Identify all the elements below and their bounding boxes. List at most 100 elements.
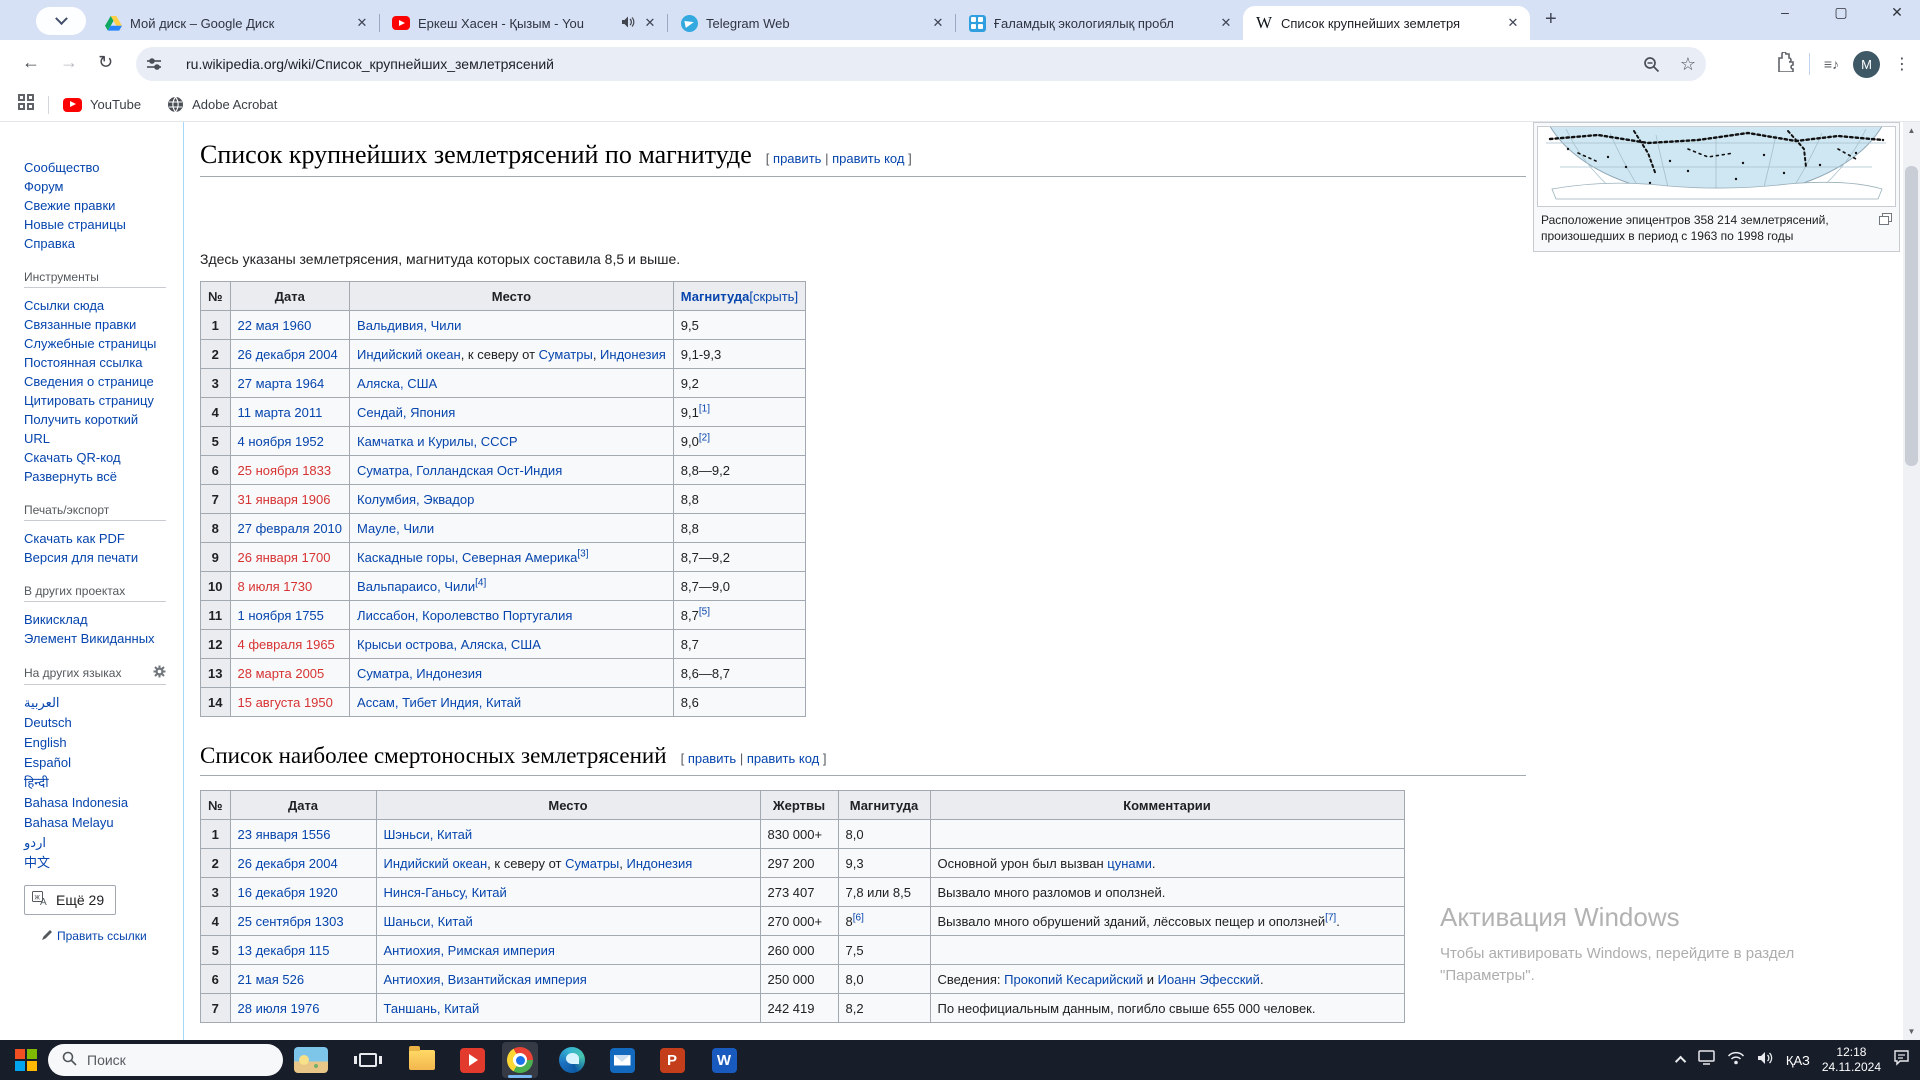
- zoom-icon[interactable]: [1643, 56, 1660, 73]
- tab-search-button[interactable]: [36, 7, 86, 35]
- edit-link[interactable]: править: [773, 151, 821, 166]
- epicenter-map-thumb[interactable]: Расположение эпицентров 358 214 землетря…: [1533, 122, 1900, 252]
- url-text[interactable]: ru.wikipedia.org/wiki/Список_крупнейших_…: [186, 56, 1633, 72]
- tab-close-icon[interactable]: ✕: [929, 14, 947, 32]
- back-button[interactable]: ←: [22, 52, 40, 73]
- file-explorer-button[interactable]: [404, 1042, 440, 1078]
- date-link[interactable]: 15 августа 1950: [238, 695, 333, 710]
- place-link[interactable]: Камчатка и Курилы, СССР: [357, 434, 518, 449]
- footnote-ref[interactable]: [5]: [699, 606, 710, 617]
- bookmark-youtube[interactable]: YouTube: [63, 97, 141, 112]
- date-link[interactable]: 25 ноября 1833: [238, 463, 332, 478]
- sidebar-item[interactable]: Сообщество: [24, 158, 160, 177]
- place-link[interactable]: Антиохия, Римская империя: [384, 943, 555, 958]
- place-link[interactable]: цунами: [1107, 856, 1152, 871]
- sidebar-item[interactable]: English: [24, 733, 160, 753]
- sort-magnitude-link[interactable]: Магнитуда: [681, 289, 750, 304]
- sidebar-item[interactable]: Связанные правки: [24, 315, 160, 334]
- place-link[interactable]: Вальпараисо, Чили: [357, 579, 475, 594]
- forward-button[interactable]: →: [60, 52, 78, 73]
- volume-icon[interactable]: [1757, 1051, 1774, 1070]
- epicenter-map-image[interactable]: [1537, 126, 1896, 207]
- edit-link[interactable]: править: [688, 751, 736, 766]
- sidebar-item[interactable]: Свежие правки: [24, 196, 160, 215]
- magnify-icon[interactable]: [1879, 213, 1892, 229]
- date-link[interactable]: 13 декабря 115: [238, 943, 330, 958]
- menu-kebab-icon[interactable]: ⋮: [1894, 54, 1910, 74]
- widgets-button[interactable]: [293, 1042, 329, 1078]
- place-link[interactable]: Вальдивия, Чили: [357, 318, 461, 333]
- footnote-ref[interactable]: [3]: [577, 548, 588, 559]
- wifi-icon[interactable]: [1727, 1051, 1745, 1070]
- browser-tab[interactable]: Telegram Web✕: [668, 6, 955, 40]
- place-link[interactable]: Колумбия, Эквадор: [357, 492, 474, 507]
- start-button[interactable]: [8, 1042, 44, 1078]
- taskbar-search[interactable]: Поиск: [48, 1044, 283, 1076]
- place-link[interactable]: Прокопий Кесарийский: [1004, 972, 1143, 987]
- footnote-ref[interactable]: [6]: [853, 912, 864, 923]
- sidebar-item[interactable]: हिन्दी: [24, 773, 160, 793]
- sidebar-item[interactable]: Скачать QR-код: [24, 448, 160, 467]
- clock[interactable]: 12:18 24.11.2024: [1822, 1045, 1881, 1075]
- date-link[interactable]: 28 марта 2005: [238, 666, 325, 681]
- date-link[interactable]: 22 мая 1960: [238, 318, 312, 333]
- action-center-icon[interactable]: [1893, 1050, 1910, 1071]
- sidebar-item[interactable]: Форум: [24, 177, 160, 196]
- place-link[interactable]: Нинся-Ганьсу, Китай: [384, 885, 507, 900]
- scroll-up-icon[interactable]: ▲: [1903, 122, 1920, 139]
- sidebar-item[interactable]: Постоянная ссылка: [24, 353, 160, 372]
- word-button[interactable]: W: [706, 1042, 742, 1078]
- place-link[interactable]: Шэньси, Китай: [384, 827, 473, 842]
- sidebar-item[interactable]: Сведения о странице: [24, 372, 160, 391]
- place-link[interactable]: Шаньси, Китай: [384, 914, 473, 929]
- edit-interlanguage-links[interactable]: Править ссылки: [42, 929, 177, 943]
- date-link[interactable]: 27 марта 1964: [238, 376, 325, 391]
- date-link[interactable]: 26 декабря 2004: [238, 347, 338, 362]
- sidebar-item[interactable]: Новые страницы: [24, 215, 160, 234]
- place-link[interactable]: Антиохия, Византийская империя: [384, 972, 587, 987]
- sidebar-item[interactable]: 中文: [24, 853, 160, 873]
- edge-button[interactable]: [554, 1042, 590, 1078]
- bookmark-adobe-acrobat[interactable]: Adobe Acrobat: [167, 96, 277, 113]
- place-link[interactable]: Каскадные горы, Северная Америка: [357, 550, 577, 565]
- date-link[interactable]: 27 февраля 2010: [238, 521, 343, 536]
- sidebar-item[interactable]: Bahasa Indonesia: [24, 793, 160, 813]
- footnote-ref[interactable]: [2]: [699, 432, 710, 443]
- sidebar-item[interactable]: Ссылки сюда: [24, 296, 160, 315]
- place-link[interactable]: Суматра, Индонезия: [357, 666, 482, 681]
- scrollbar-thumb[interactable]: [1905, 166, 1918, 466]
- bookmark-star-icon[interactable]: ☆: [1680, 54, 1696, 75]
- sidebar-item[interactable]: اردو: [24, 833, 160, 853]
- browser-tab[interactable]: WСписок крупнейших землетря✕: [1243, 6, 1530, 40]
- footnote-ref[interactable]: [4]: [475, 577, 486, 588]
- date-link[interactable]: 28 июля 1976: [238, 1001, 320, 1016]
- chrome-button[interactable]: [502, 1042, 538, 1078]
- date-link[interactable]: 26 декабря 2004: [238, 856, 338, 871]
- date-link[interactable]: 23 января 1556: [238, 827, 331, 842]
- edit-source-link[interactable]: править код: [747, 751, 819, 766]
- sidebar-item[interactable]: Развернуть всё: [24, 467, 160, 486]
- place-link[interactable]: Аляска, США: [357, 376, 437, 391]
- sidebar-item[interactable]: Элемент Викиданных: [24, 629, 160, 648]
- sidebar-item[interactable]: Español: [24, 753, 160, 773]
- more-languages-button[interactable]: жAЕщё 29: [24, 885, 116, 915]
- place-link[interactable]: Индонезия: [627, 856, 693, 871]
- tab-close-icon[interactable]: ✕: [1504, 14, 1522, 32]
- footnote-ref[interactable]: [1]: [699, 403, 710, 414]
- media-controls-icon[interactable]: ≡♪: [1824, 56, 1839, 72]
- place-link[interactable]: Индийский океан: [384, 856, 488, 871]
- date-link[interactable]: 16 декабря 1920: [238, 885, 338, 900]
- place-link[interactable]: Мауле, Чили: [357, 521, 434, 536]
- date-link[interactable]: 21 мая 526: [238, 972, 305, 987]
- place-link[interactable]: Лиссабон, Королевство Португалия: [357, 608, 572, 623]
- place-link[interactable]: Суматры: [539, 347, 593, 362]
- date-link[interactable]: 11 марта 2011: [238, 405, 323, 420]
- media-player-button[interactable]: [454, 1042, 490, 1078]
- reload-button[interactable]: ↻: [98, 52, 113, 73]
- tray-expand-icon[interactable]: [1675, 1056, 1686, 1067]
- sidebar-item[interactable]: Служебные страницы: [24, 334, 160, 353]
- date-link[interactable]: 4 ноября 1952: [238, 434, 324, 449]
- language-indicator[interactable]: ҚАЗ: [1786, 1053, 1810, 1068]
- edit-source-link[interactable]: править код: [832, 151, 904, 166]
- extensions-icon[interactable]: [1775, 52, 1795, 77]
